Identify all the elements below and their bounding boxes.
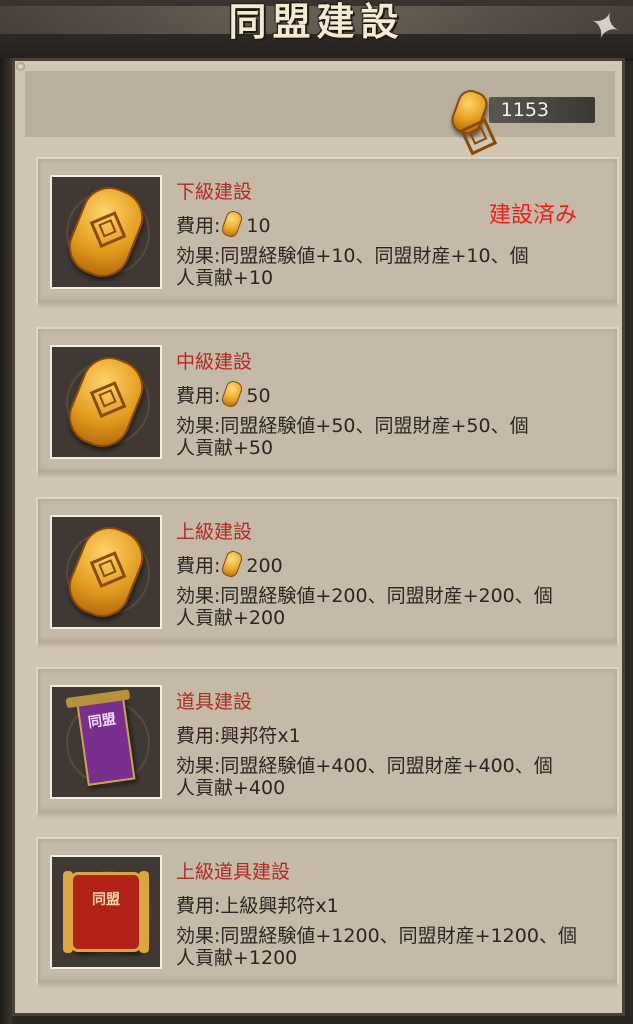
effect-line: 効果:同盟経験値+400、同盟財産+400、個 [176,755,553,777]
page-title: 同盟建設 [228,0,405,44]
build-option-advanced[interactable]: 上級建設 費用: 200 効果:同盟経験値+200、同盟財産+200、個 人貢献+… [36,497,619,649]
rivet-icon [16,62,25,71]
build-option-title: 下級建設 [176,181,253,203]
cost-value: 興邦符x1 [220,725,301,747]
cost-value: 200 [246,555,283,577]
build-effect: 効果:同盟経験値+50、同盟財産+50、個 人貢献+50 [176,415,606,459]
effect-line: 人貢献+1200 [176,947,298,969]
koban-coin-icon [60,348,152,456]
effect-line: 効果:同盟経験値+10、同盟財産+10、個 [176,245,529,267]
item-icon-frame [50,175,162,289]
build-option-title: 上級道具建設 [176,861,291,883]
build-option-title: 道具建設 [176,691,253,713]
banner-talisman-icon: 同盟 [65,689,136,786]
effect-line: 人貢献+200 [176,607,286,629]
koban-coin-icon [220,549,245,579]
currency-display: 1153 [447,86,595,138]
scroll-text: 同盟 [92,892,120,908]
build-cost: 費用:興邦符x1 [176,721,301,748]
effect-line: 効果:同盟経験値+200、同盟財産+200、個 [176,585,553,607]
koban-coin-icon [220,209,245,239]
effect-line: 効果:同盟経験値+50、同盟財産+50、個 [176,415,529,437]
build-effect: 効果:同盟経験値+200、同盟財産+200、個 人貢献+200 [176,585,606,629]
build-option-basic[interactable]: 下級建設 費用: 10 効果:同盟経験値+10、同盟財産+10、個 人貢献+10 … [36,157,619,309]
koban-coin-icon [60,178,152,286]
koban-coin-icon [220,379,245,409]
koban-coin-icon [447,86,495,138]
banner-text: 同盟 [87,711,118,732]
cost-value: 10 [246,215,271,237]
build-option-title: 中級建設 [176,351,253,373]
build-option-intermediate[interactable]: 中級建設 費用: 50 効果:同盟経験値+50、同盟財産+50、個 人貢献+50 [36,327,619,479]
cost-value: 50 [246,385,271,407]
cost-value: 上級興邦符x1 [220,895,339,917]
item-icon-frame [50,345,162,459]
item-icon-frame: 同盟 [50,855,162,969]
koban-coin-icon [60,518,152,626]
item-icon-frame: 同盟 [50,685,162,799]
currency-value: 1153 [500,99,549,121]
effect-line: 効果:同盟経験値+1200、同盟財産+1200、個 [176,925,577,947]
cost-label: 費用: [176,215,221,237]
status-badge: 建設済み [488,203,577,228]
build-option-advanced-item[interactable]: 同盟 上級道具建設 費用:上級興邦符x1 効果:同盟経験値+1200、同盟財産+… [36,837,619,989]
build-cost: 費用: 200 [176,549,283,579]
build-effect: 効果:同盟経験値+10、同盟財産+10、個 人貢献+10 [176,245,606,289]
build-effect: 効果:同盟経験値+400、同盟財産+400、個 人貢献+400 [176,755,606,799]
header-bar: 同盟建設 ✦ [0,0,633,61]
build-effect: 効果:同盟経験値+1200、同盟財産+1200、個 人貢献+1200 [176,925,606,969]
construction-panel: 1153 下級建設 費用: 10 効果:同盟経験値+10、同盟財産+10、個 人貢… [12,58,625,1016]
build-cost: 費用: 50 [176,379,271,409]
cost-label: 費用: [176,385,221,407]
cost-label: 費用: [176,725,221,747]
cost-label: 費用: [176,555,221,577]
item-icon-frame [50,515,162,629]
scroll-talisman-icon: 同盟 [63,871,149,953]
build-cost: 費用: 10 [176,209,271,239]
currency-strip: 1153 [25,71,615,138]
effect-line: 人貢献+400 [176,777,286,799]
effect-line: 人貢献+10 [176,267,274,289]
effect-line: 人貢献+50 [176,437,274,459]
left-frame [0,58,12,1024]
build-option-title: 上級建設 [176,521,253,543]
cost-label: 費用: [176,895,221,917]
build-cost: 費用:上級興邦符x1 [176,891,339,918]
build-option-item[interactable]: 同盟 道具建設 費用:興邦符x1 効果:同盟経験値+400、同盟財産+400、個… [36,667,619,819]
